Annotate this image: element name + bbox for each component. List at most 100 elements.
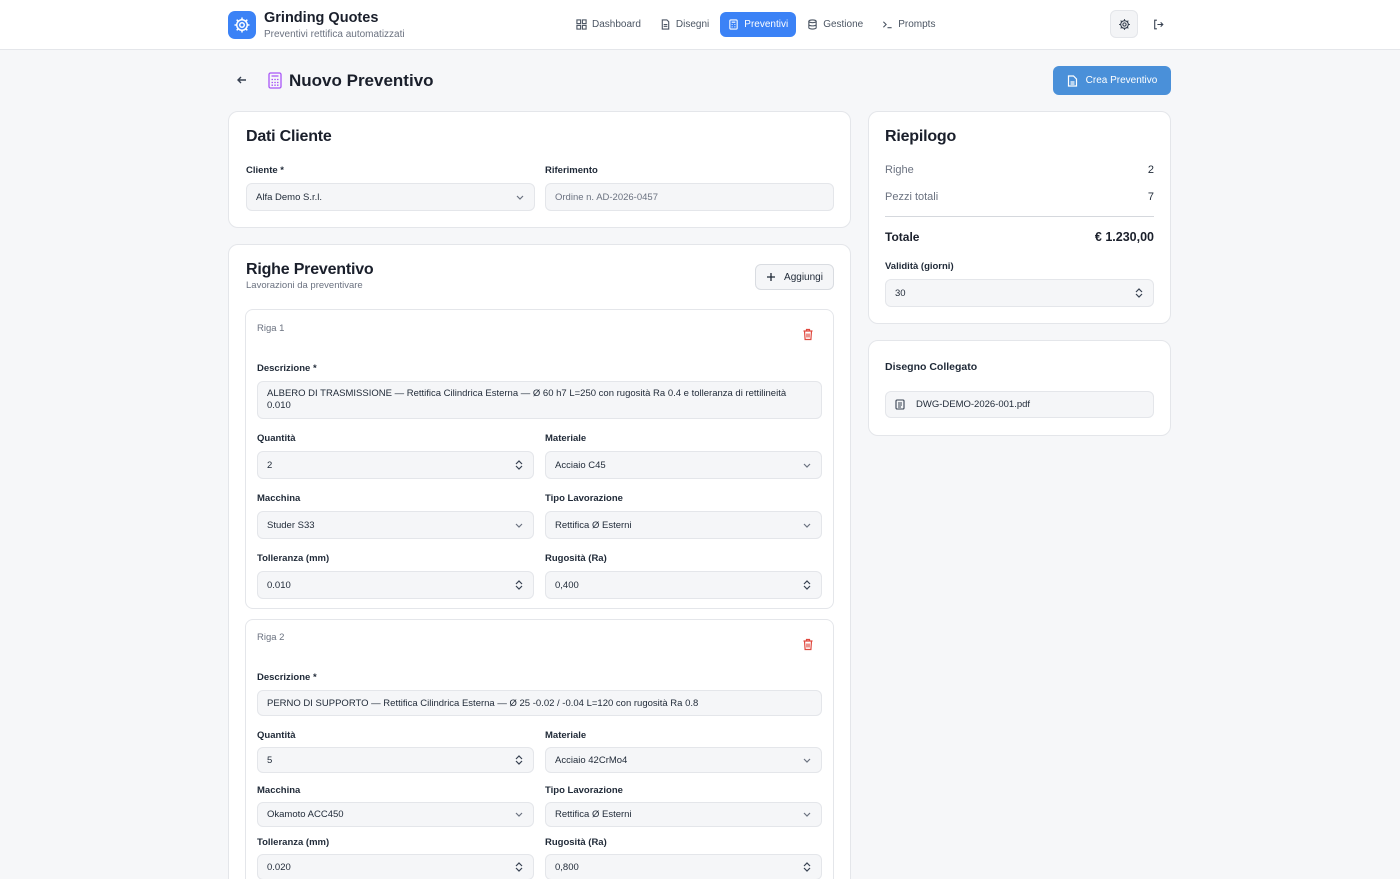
gear-icon (1118, 18, 1131, 31)
nav-prompts[interactable]: Prompts (874, 12, 943, 37)
stepper-icon[interactable] (802, 580, 812, 590)
stepper-icon[interactable] (514, 460, 524, 470)
quote-line-2: Riga 2 Descrizione * PERNO DI SUPPORTO —… (245, 619, 834, 879)
riferimento-placeholder: Ordine n. AD-2026-0457 (555, 191, 658, 203)
grid-icon (576, 19, 587, 30)
nav-preventivi-label: Preventivi (744, 19, 789, 30)
line-1-descrizione-value: ALBERO DI TRASMISSIONE — Rettifica Cilin… (267, 388, 787, 411)
trash-icon[interactable] (802, 638, 816, 652)
line-1-macchina-select[interactable]: Studer S33 (257, 511, 534, 539)
nav-gestione[interactable]: Gestione (799, 12, 871, 37)
riferimento-label: Riferimento (545, 165, 598, 176)
riferimento-input[interactable]: Ordine n. AD-2026-0457 (545, 183, 834, 211)
summary-total-value: € 1.230,00 (1094, 230, 1154, 244)
logout-icon (1152, 18, 1165, 31)
linked-drawing-filename: DWG-DEMO-2026-001.pdf (916, 399, 1031, 410)
line-2-tolleranza-value: 0.020 (267, 861, 291, 873)
line-1-quantita-label: Quantità (257, 433, 296, 444)
settings-button[interactable] (1110, 10, 1138, 38)
line-2-quantita-value: 5 (267, 754, 273, 766)
line-1-rugosita-label: Rugosità (Ra) (545, 553, 607, 564)
line-1-tolleranza-stepper[interactable]: 0.010 (257, 571, 534, 599)
trash-icon[interactable] (802, 328, 816, 342)
quote-lines-title: Righe Preventivo (246, 261, 374, 278)
cliente-select[interactable]: Alfa Demo S.r.l. (246, 183, 535, 211)
nav-prompts-label: Prompts (898, 19, 936, 30)
stepper-icon[interactable] (514, 580, 524, 590)
linked-drawing-card: Disegno Collegato DWG-DEMO-2026-001.pdf (868, 340, 1171, 436)
linked-drawing-title: Disegno Collegato (885, 361, 978, 373)
chevron-down-icon (514, 520, 524, 530)
add-line-button[interactable]: Aggiungi (755, 264, 834, 290)
validita-stepper[interactable]: 30 (885, 279, 1154, 307)
arrow-left-icon (236, 74, 248, 86)
line-1-descrizione-label: Descrizione * (257, 363, 317, 374)
line-1-materiale-select[interactable]: Acciaio C45 (545, 451, 822, 479)
validita-value: 30 (895, 287, 906, 299)
plus-icon (766, 272, 776, 282)
quote-line-1: Riga 1 Descrizione * ALBERO DI TRASMISSI… (245, 309, 834, 609)
line-2-descrizione-input[interactable]: PERNO DI SUPPORTO — Rettifica Cilindrica… (257, 690, 822, 716)
line-2-materiale-label: Materiale (545, 730, 587, 741)
cliente-label: Cliente * (246, 165, 285, 176)
app-title: Grinding Quotes (264, 10, 379, 26)
linked-drawing-file[interactable]: DWG-DEMO-2026-001.pdf (885, 391, 1154, 418)
gear-logo-icon[interactable] (228, 11, 256, 39)
line-2-rugosita-stepper[interactable]: 0,800 (545, 854, 822, 879)
stepper-icon[interactable] (1134, 288, 1144, 298)
validita-label: Validità (giorni) (885, 261, 954, 272)
file-icon (895, 399, 905, 410)
line-2-tolleranza-label: Tolleranza (mm) (257, 837, 330, 848)
nav-disegni[interactable]: Disegni (652, 12, 717, 37)
chevron-down-icon (802, 755, 812, 765)
nav-preventivi[interactable]: Preventivi (720, 12, 797, 37)
line-2-tipo-label: Tipo Lavorazione (545, 785, 623, 796)
summary-pezzi-value: 7 (1147, 191, 1154, 203)
summary-pezzi-label: Pezzi totali (885, 191, 939, 203)
line-2-quantita-stepper[interactable]: 5 (257, 747, 534, 773)
line-1-tipo-value: Rettifica Ø Esterni (555, 519, 632, 531)
line-1-quantita-stepper[interactable]: 2 (257, 451, 534, 479)
line-1-materiale-value: Acciaio C45 (555, 459, 606, 471)
line-1-tipo-select[interactable]: Rettifica Ø Esterni (545, 511, 822, 539)
line-2-materiale-select[interactable]: Acciaio 42CrMo4 (545, 747, 822, 773)
terminal-icon (882, 19, 893, 30)
line-2-macchina-label: Macchina (257, 785, 301, 796)
line-2-materiale-value: Acciaio 42CrMo4 (555, 754, 628, 766)
summary-righe-value: 2 (1147, 164, 1154, 176)
line-1-tipo-label: Tipo Lavorazione (545, 493, 623, 504)
create-quote-label: Crea Preventivo (1085, 75, 1158, 86)
line-2-quantita-label: Quantità (257, 730, 296, 741)
line-2-macchina-value: Okamoto ACC450 (267, 809, 344, 820)
line-2-descrizione-label: Descrizione * (257, 672, 317, 683)
line-2-tipo-select[interactable]: Rettifica Ø Esterni (545, 802, 822, 827)
line-1-rugosita-value: 0,400 (555, 579, 579, 591)
app-subtitle: Preventivi rettifica automatizzati (264, 29, 405, 40)
client-card-title: Dati Cliente (246, 128, 332, 145)
line-2-macchina-select[interactable]: Okamoto ACC450 (257, 802, 534, 827)
calculator-icon (268, 72, 282, 89)
summary-total-label: Totale (885, 230, 920, 244)
stepper-icon[interactable] (514, 862, 524, 872)
quote-lines-subtitle: Lavorazioni da preventivare (246, 280, 363, 291)
create-quote-button[interactable]: Crea Preventivo (1053, 66, 1171, 95)
summary-righe-label: Righe (885, 164, 914, 176)
top-bar: Grinding Quotes Preventivi rettifica aut… (0, 0, 1400, 50)
line-2-tolleranza-stepper[interactable]: 0.020 (257, 854, 534, 879)
summary-card: Riepilogo Righe 2 Pezzi totali 7 Totale … (868, 111, 1171, 324)
chevron-down-icon (515, 192, 525, 202)
line-1-rugosita-stepper[interactable]: 0,400 (545, 571, 822, 599)
stepper-icon[interactable] (802, 862, 812, 872)
line-1-descrizione-input[interactable]: ALBERO DI TRASMISSIONE — Rettifica Cilin… (257, 381, 822, 419)
chevron-down-icon (802, 460, 812, 470)
line-2-tipo-value: Rettifica Ø Esterni (555, 809, 632, 820)
line-2-rugosita-value: 0,800 (555, 861, 579, 873)
logout-button[interactable] (1144, 10, 1172, 38)
line-1-tolleranza-label: Tolleranza (mm) (257, 553, 330, 564)
nav-dashboard[interactable]: Dashboard (568, 12, 649, 37)
back-button[interactable] (234, 72, 250, 88)
stepper-icon[interactable] (514, 755, 524, 765)
client-card: Dati Cliente Cliente * Alfa Demo S.r.l. … (228, 111, 851, 228)
line-1-materiale-label: Materiale (545, 433, 587, 444)
chevron-down-icon (514, 810, 524, 820)
